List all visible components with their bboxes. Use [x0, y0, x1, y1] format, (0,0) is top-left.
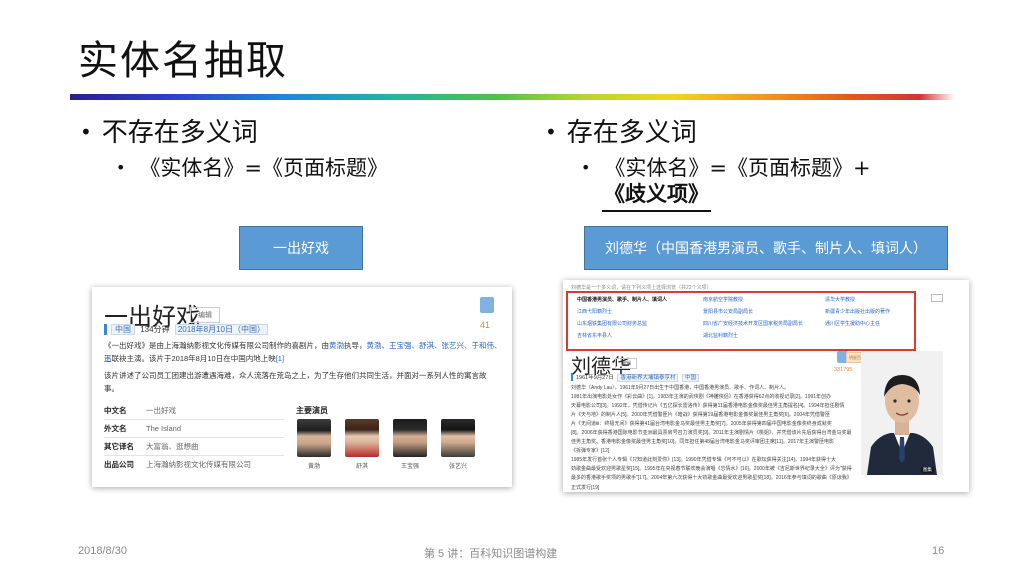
footer-date: 2018/8/30 — [78, 545, 127, 557]
baike-page-screenshot-right: 刘德华是一个多义词，请在下列义项上选择浏览（共22个义项） 中国香港男演员、歌手… — [563, 280, 969, 492]
actor-name[interactable]: 黄渤 — [297, 461, 331, 470]
infobox-row: 中文名 一出好戏 — [104, 406, 176, 415]
sub-bullet-formula-left: • 《实体名》=《页面标题》 — [116, 156, 389, 180]
edit-button[interactable]: 编辑 — [190, 307, 220, 323]
disambiguation-notice: 刘德华是一个多义词，请在下列义项上选择浏览（共22个义项） — [571, 285, 712, 291]
summary-line-2: 迅联袂主演。该片于2018年8月10日在中国内地上映[1] — [104, 354, 285, 363]
baike-page-screenshot-left: 一出好戏 编辑 41 中国 134分钟 2018年8月10日（中国） 《一出好戏… — [92, 287, 512, 487]
bullet-ambiguity: • 存在多义词 — [545, 118, 697, 148]
footer-lecture: 第 5 讲：百科知识图谱构建 — [424, 548, 558, 560]
disambiguation-highlight-frame — [566, 291, 916, 351]
share-icon[interactable] — [931, 294, 943, 302]
country-tag[interactable]: 中国 — [111, 324, 135, 335]
cast-section-title: 主要演员 — [296, 406, 328, 415]
infobox-row: 出品公司 上海瀚纳影视文化传媒有限公司 — [104, 460, 251, 469]
actor-photo[interactable] — [297, 419, 331, 457]
bullet-dot: • — [80, 120, 92, 144]
infobox-row: 外文名 The Island — [104, 424, 182, 433]
bullet-dot: • — [116, 158, 126, 177]
summary-line-3: 该片讲述了公司员工团建出游遭遇海难，众人流落在荒岛之上，为了生存他们共同生活，并… — [104, 371, 487, 380]
actor-photo[interactable] — [345, 419, 379, 457]
actor-name[interactable]: 张艺兴 — [441, 461, 475, 470]
portrait-image — [861, 351, 943, 475]
entity-box-right: 刘德华（中国香港男演员、歌手、制片人、填词人） — [584, 226, 948, 270]
thumbs-up-icon[interactable] — [480, 297, 494, 313]
edit-button[interactable]: 编辑 — [615, 358, 637, 369]
actor-photo[interactable] — [393, 419, 427, 457]
bullet-dot: • — [581, 158, 591, 177]
release-date: 2018年8月10日（中国） — [174, 324, 268, 335]
divider — [104, 419, 284, 420]
duration: 134分钟 — [140, 325, 170, 334]
like-count: 331795 — [834, 367, 853, 373]
gallery-label[interactable]: 图集 — [921, 467, 934, 473]
like-count: 41 — [480, 320, 491, 330]
bullet-no-ambiguity: • 不存在多义词 — [80, 118, 258, 148]
footer-page-number: 16 — [932, 545, 945, 557]
infobox-row: 其它译名 大富翁、逛想曲 — [104, 442, 199, 451]
bullet-dot: • — [545, 120, 557, 144]
summary-line-4: 事。 — [104, 384, 119, 393]
actor-name[interactable]: 舒淇 — [345, 461, 379, 470]
bio-line: 最多的香港歌手奖项的男歌手"[17]。2004年第六次获得十大劲歌金曲最受欢迎男… — [571, 475, 852, 491]
director-link[interactable]: 黄渤 — [329, 341, 344, 350]
ambiguity-term: 《歧义项》 — [602, 178, 711, 212]
film-meta: 中国 134分钟 2018年8月10日（中国） — [104, 324, 268, 335]
citation-link[interactable]: [1] — [276, 354, 284, 363]
actor-photo[interactable] — [441, 419, 475, 457]
person-meta: 1961年9月27日 香港新界大埔镇泰亨村 中国 — [571, 373, 700, 382]
divider — [104, 437, 284, 438]
divider — [104, 455, 284, 456]
entity-box-left: 一出好戏 — [239, 226, 363, 270]
title-rule — [70, 94, 955, 100]
slide-title: 实体名抽取 — [78, 38, 288, 84]
actor-name[interactable]: 王宝强 — [393, 461, 427, 470]
portrait-photo[interactable] — [861, 351, 943, 475]
